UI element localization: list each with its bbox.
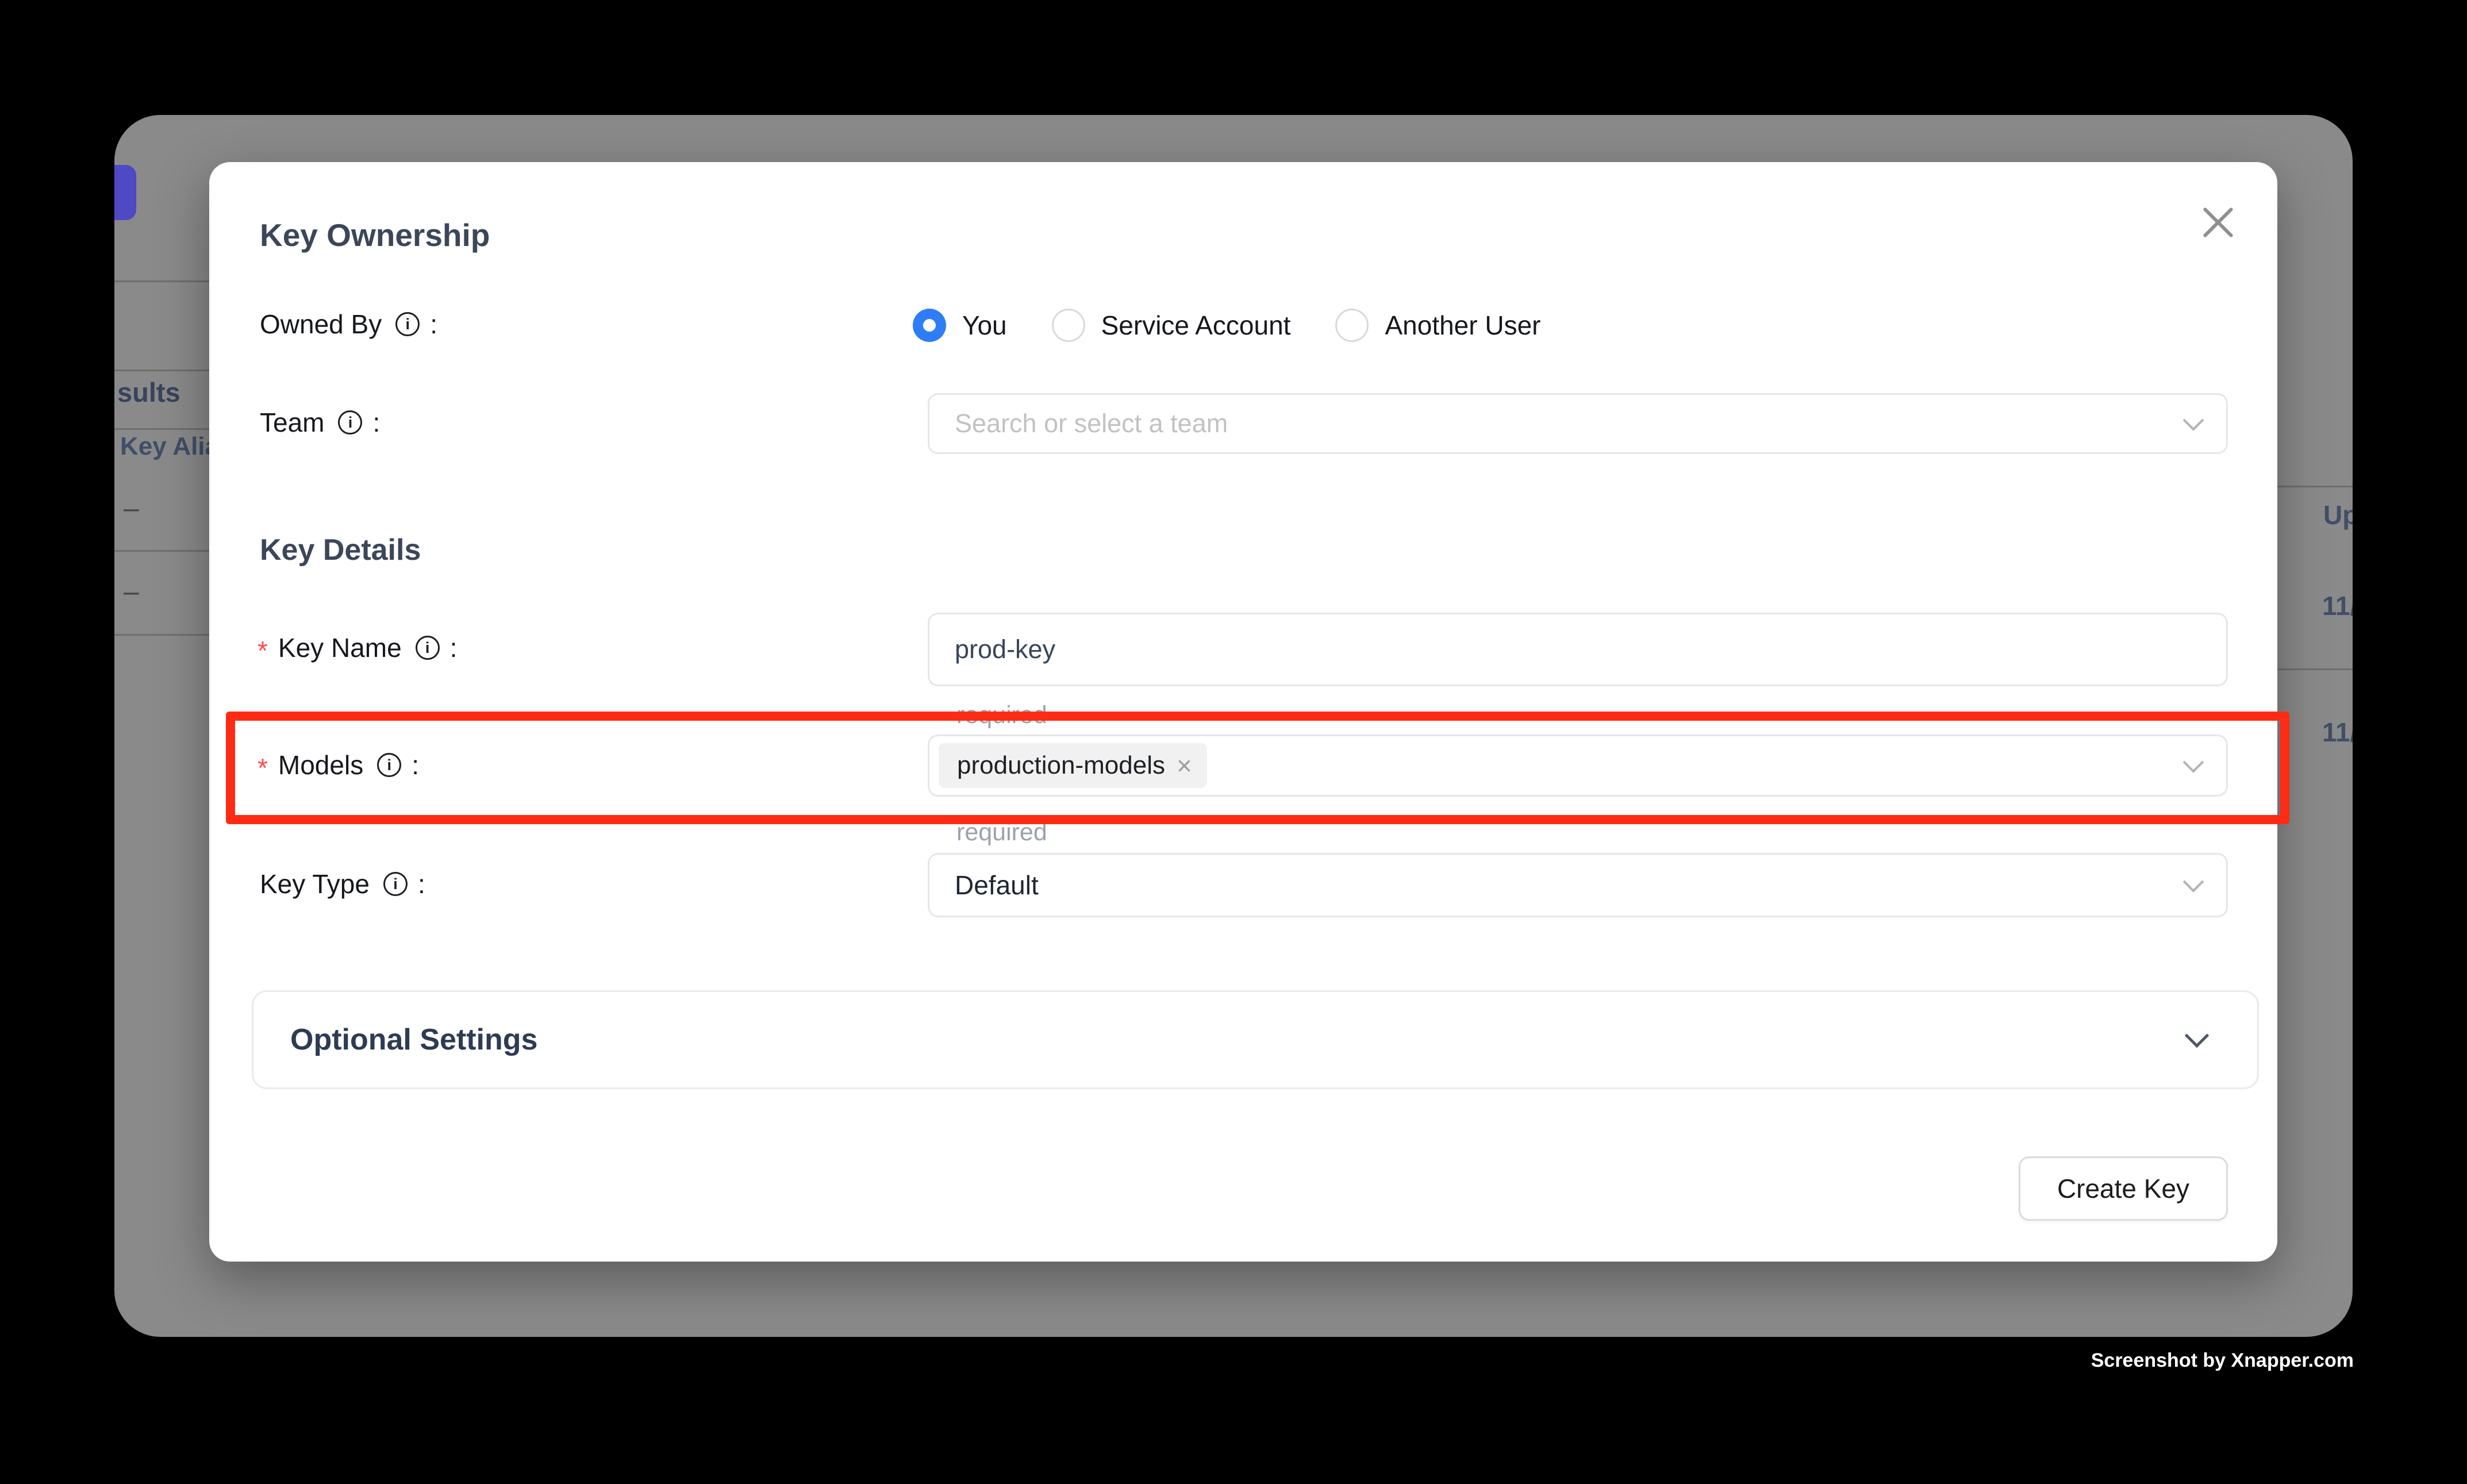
divider xyxy=(114,428,209,430)
owned-by-label-row: Owned By i : xyxy=(260,309,437,340)
close-icon xyxy=(2200,205,2236,240)
table-header-key-alias: Key Alia xyxy=(120,432,219,461)
divider xyxy=(2277,486,2353,487)
info-icon[interactable]: i xyxy=(383,872,408,896)
screenshot-stage: eset Filt sults Key Alia – – Up 11/ 11/ … xyxy=(0,0,2467,1484)
background-primary-button-partial[interactable] xyxy=(114,165,136,220)
divider xyxy=(2277,668,2353,670)
key-name-label: Key Name xyxy=(278,632,402,663)
radio-you[interactable] xyxy=(913,309,946,342)
divider xyxy=(114,634,209,636)
info-icon[interactable]: i xyxy=(416,636,440,660)
radio-another-user-label[interactable]: Another User xyxy=(1385,310,1540,341)
divider xyxy=(114,550,209,552)
chevron-down-icon xyxy=(2183,871,2204,893)
optional-settings-panel[interactable]: Optional Settings xyxy=(252,990,2259,1089)
team-select-placeholder: Search or select a team xyxy=(955,409,1228,439)
table-cell-updated-row2: 11/ xyxy=(2322,717,2353,748)
radio-service-account-label[interactable]: Service Account xyxy=(1101,310,1291,341)
key-name-input[interactable]: prod-key xyxy=(928,613,2228,686)
close-button[interactable] xyxy=(2187,191,2250,254)
owned-by-radio-group: You Service Account Another User xyxy=(913,303,1540,347)
key-type-value: Default xyxy=(955,870,1039,901)
required-asterisk: * xyxy=(258,635,268,666)
key-name-value: prod-key xyxy=(955,635,1055,664)
team-label: Team xyxy=(260,407,324,438)
info-icon[interactable]: i xyxy=(395,312,420,336)
key-details-heading: Key Details xyxy=(260,533,421,567)
watermark-credit: Screenshot by Xnapper.com xyxy=(2091,1350,2354,1372)
table-cell-key-alias-row2: – xyxy=(124,576,139,608)
team-select[interactable]: Search or select a team xyxy=(928,393,2228,454)
optional-settings-title: Optional Settings xyxy=(290,1022,537,1057)
key-name-label-row: * Key Name i : xyxy=(258,632,457,663)
modal-title: Key Ownership xyxy=(260,217,490,253)
create-key-button-label: Create Key xyxy=(2057,1173,2189,1204)
table-header-updated: Up xyxy=(2323,499,2353,530)
annotation-highlight-rectangle xyxy=(226,712,2289,824)
key-type-label: Key Type xyxy=(260,868,370,899)
label-colon: : xyxy=(430,309,437,340)
table-cell-key-alias-row1: – xyxy=(124,493,139,524)
radio-another-user[interactable] xyxy=(1335,309,1369,342)
info-icon[interactable]: i xyxy=(338,410,362,435)
key-type-select[interactable]: Default xyxy=(928,853,2228,917)
results-count-label: sults xyxy=(117,376,180,408)
label-colon: : xyxy=(450,632,458,663)
owned-by-label: Owned By xyxy=(260,309,382,340)
chevron-down-icon xyxy=(2185,1024,2209,1048)
chevron-down-icon xyxy=(2183,410,2204,431)
create-key-button[interactable]: Create Key xyxy=(2019,1156,2228,1221)
table-cell-updated-row1: 11/ xyxy=(2322,590,2353,621)
label-colon: : xyxy=(418,868,425,899)
label-colon: : xyxy=(372,407,380,438)
radio-service-account[interactable] xyxy=(1052,309,1085,342)
key-type-label-row: Key Type i : xyxy=(260,868,425,899)
radio-you-label[interactable]: You xyxy=(962,310,1007,341)
team-label-row: Team i : xyxy=(260,407,380,438)
